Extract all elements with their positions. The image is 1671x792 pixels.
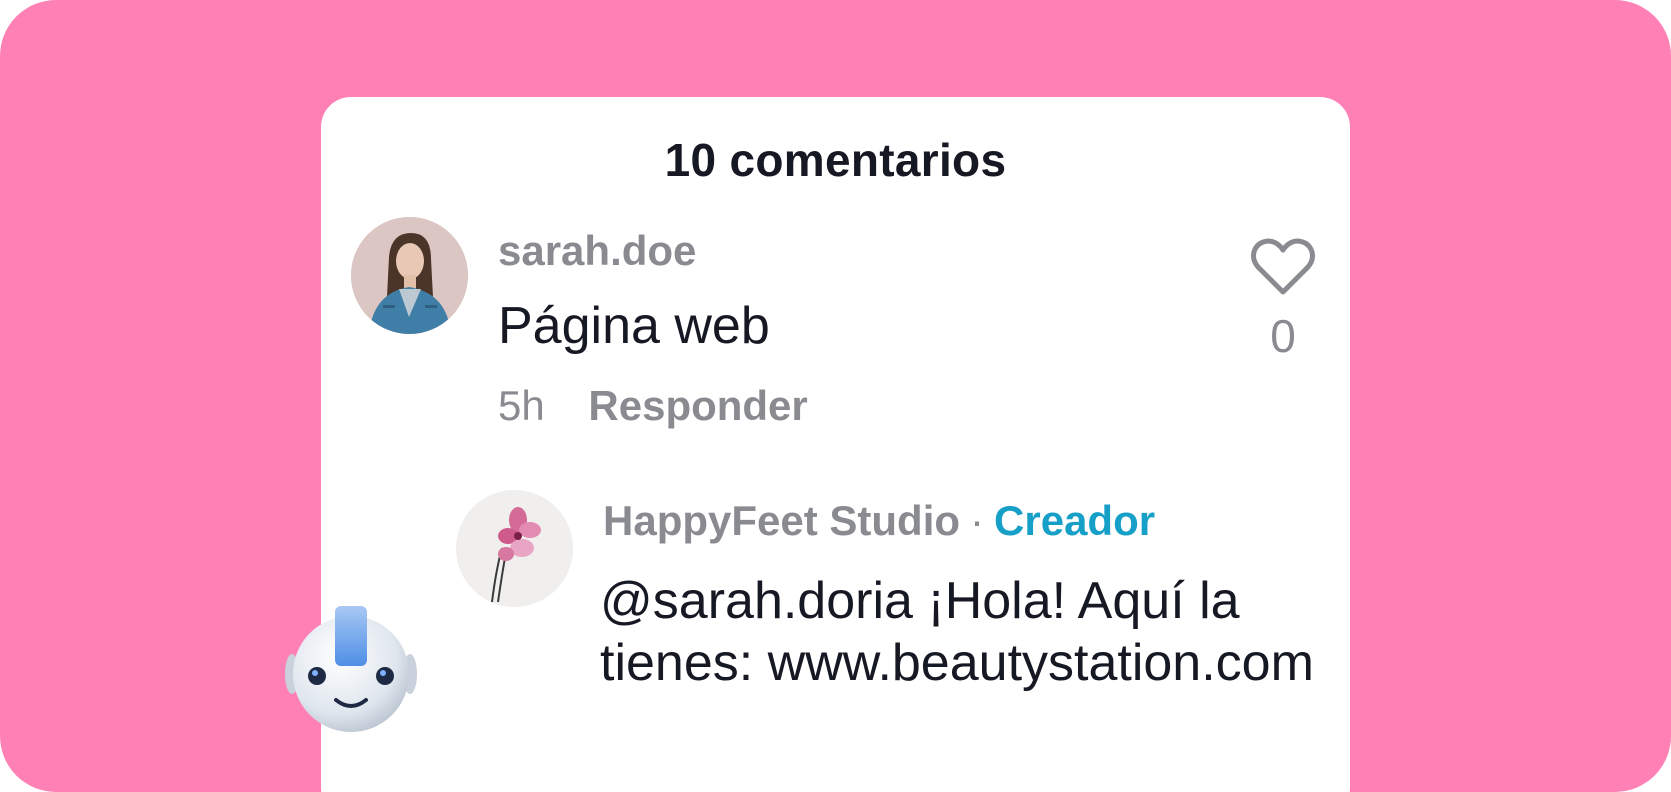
robot-mascot-icon [281,606,421,736]
heart-outline-icon[interactable] [1249,237,1317,297]
comment-text: Página web [498,297,770,355]
like-count: 0 [1270,310,1296,362]
reply-header: HappyFeet Studio · Creador [603,497,1155,545]
like-button[interactable]: 0 [1249,237,1317,363]
reply-username[interactable]: HappyFeet Studio [603,497,960,544]
separator: · [970,497,985,544]
comment-meta: 5h Responder [498,382,808,430]
reply-text: @sarah.doria ¡Hola! Aquí la tienes: www.… [600,572,1314,692]
reply-avatar[interactable] [456,490,573,607]
creator-badge: Creador [994,497,1156,544]
reply-button[interactable]: Responder [588,382,807,429]
avatar[interactable] [351,217,468,334]
comment-time: 5h [498,382,545,429]
comments-panel: 10 comentarios sarah.doe Página web 5h R… [321,97,1350,792]
comment-username[interactable]: sarah.doe [498,227,696,275]
comments-count-title: 10 comentarios [664,134,1007,186]
background: 10 comentarios sarah.doe Página web 5h R… [0,0,1671,792]
